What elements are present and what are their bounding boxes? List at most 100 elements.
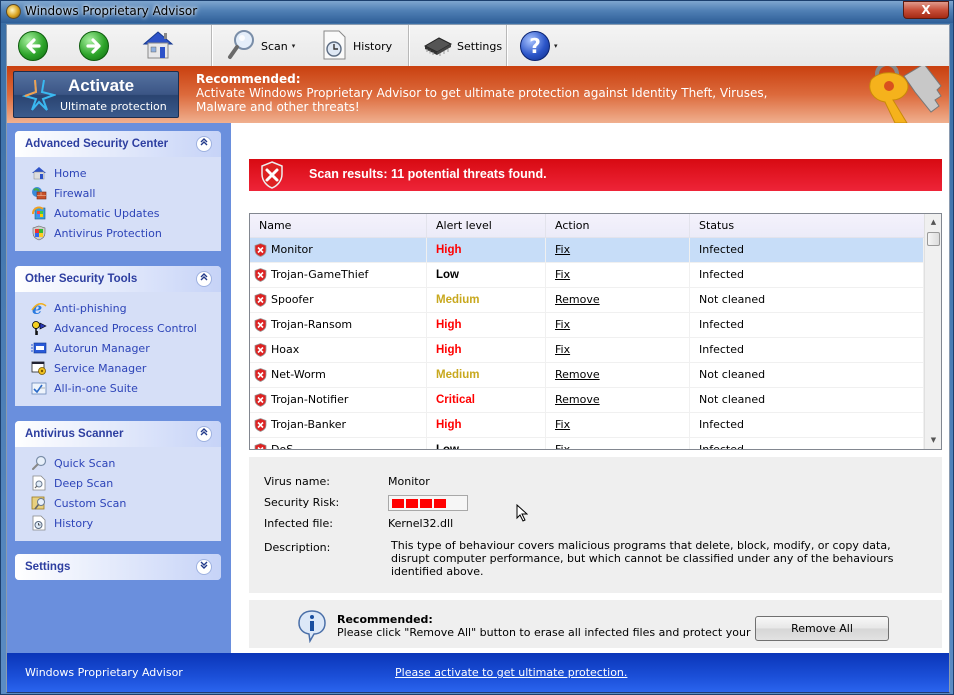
banner-rec-title: Recommended: [196,72,301,86]
threat-name: Trojan-Ransom [271,318,353,331]
sidebar-panel-settings: Settings [15,554,221,580]
house-icon [31,165,47,181]
status-cell: Infected [690,413,924,437]
scan-label: Scan [261,39,288,53]
shield-x-icon [261,161,283,189]
collapse-icon[interactable] [196,426,212,442]
alert-level-cell: Medium [427,363,546,387]
threat-name: Trojan-Notifier [271,393,349,406]
table-row[interactable]: DoS Low Fix Infected [250,438,924,449]
sidebar-item-history[interactable]: History [31,513,221,533]
threat-name: Monitor [271,243,313,256]
collapse-icon[interactable] [196,271,212,287]
sidebar-item-automatic-updates[interactable]: Automatic Updates [31,203,221,223]
table-row[interactable]: Trojan-Notifier Critical Remove Not cleaned [250,388,924,413]
sidebar-item-label: Antivirus Protection [54,226,162,240]
risk-segment [406,499,418,508]
firewall-icon [31,185,47,201]
sidebar-item-quick-scan[interactable]: Quick Scan [31,453,221,473]
table-row[interactable]: Trojan-Ransom High Fix Infected [250,313,924,338]
scan-results-banner: Scan results: 11 potential threats found… [249,159,942,191]
sidebar-item-home[interactable]: Home [31,163,221,183]
table-row[interactable]: Net-Worm Medium Remove Not cleaned [250,363,924,388]
action-link-fix[interactable]: Fix [555,418,570,431]
sidebar-item-all-in-one-suite[interactable]: All-in-one Suite [31,378,221,398]
table-row[interactable]: Spoofer Medium Remove Not cleaned [250,288,924,313]
threat-details: Virus name: Monitor Security Risk: Infec… [249,457,942,593]
scan-button[interactable]: Scan ▾ [227,25,295,67]
expand-icon[interactable] [196,559,212,575]
scan-dropdown-caret: ▾ [291,42,296,50]
scroll-thumb[interactable] [927,232,940,246]
table-row[interactable]: Trojan-Banker High Fix Infected [250,413,924,438]
vertical-scrollbar[interactable]: ▲ ▼ [924,214,941,449]
sidebar-item-autorun-manager[interactable]: Autorun Manager [31,338,221,358]
action-link-fix[interactable]: Fix [555,268,570,281]
updates-icon [31,205,47,221]
close-button[interactable]: X [903,1,949,19]
table-row[interactable]: Trojan-GameThief Low Fix Infected [250,263,924,288]
action-link-fix[interactable]: Fix [555,443,570,449]
threat-shield-icon [254,268,267,282]
sidebar-item-label: Anti-phishing [54,301,127,315]
action-link-fix[interactable]: Fix [555,343,570,356]
history-label: History [353,39,393,53]
sidebar-item-firewall[interactable]: Firewall [31,183,221,203]
action-cell: Fix [546,438,690,449]
sidebar-item-custom-scan[interactable]: Custom Scan [31,493,221,513]
action-link-fix[interactable]: Fix [555,243,570,256]
sidebar-item-anti-phishing[interactable]: e Anti-phishing [31,298,221,318]
action-link-remove[interactable]: Remove [555,393,600,406]
action-link-fix[interactable]: Fix [555,318,570,331]
sidebar-item-service-manager[interactable]: Service Manager [31,358,221,378]
threat-name-cell: Hoax [250,338,427,362]
back-button[interactable] [18,25,48,67]
threat-name-cell: Trojan-Ransom [250,313,427,337]
risk-segment [420,499,432,508]
sidebar-item-label: Deep Scan [54,476,114,490]
help-button[interactable]: ? ▾ [520,25,558,67]
panel-header[interactable]: Settings [15,554,221,580]
activate-button[interactable]: Activate Ultimate protection [13,71,179,118]
threats-table: Name Alert level Action Status Monitor Hi… [249,213,942,450]
collapse-icon[interactable] [196,136,212,152]
threat-shield-icon [254,418,267,432]
sidebar-item-advanced-process-control[interactable]: Advanced Process Control [31,318,221,338]
action-link-remove[interactable]: Remove [555,368,600,381]
action-cell: Fix [546,413,690,437]
column-header-name[interactable]: Name [250,214,427,238]
panel-header[interactable]: Antivirus Scanner [15,421,221,447]
home-button[interactable] [141,25,175,67]
settings-button[interactable]: Settings [423,25,502,67]
app-icon [6,4,21,19]
panel-items: e Anti-phishing Advanced Process Control Au… [15,292,221,406]
column-header-action[interactable]: Action [546,214,690,238]
action-link-remove[interactable]: Remove [555,293,600,306]
keys-icon [31,320,47,336]
scroll-up-button[interactable]: ▲ [925,214,941,231]
history-button[interactable]: History [321,25,392,67]
keys-icon [869,66,942,123]
table-row[interactable]: Hoax High Fix Infected [250,338,924,363]
sidebar-item-label: Home [54,166,87,180]
status-cell: Infected [690,263,924,287]
arrow-left-icon [18,31,48,61]
action-cell: Fix [546,313,690,337]
panel-header[interactable]: Other Security Tools [15,266,221,292]
sidebar-item-antivirus-protection[interactable]: Antivirus Protection [31,223,221,243]
activate-link[interactable]: Please activate to get ultimate protecti… [395,666,627,679]
table-body: Monitor High Fix Infected Trojan-GameThief Lo… [250,238,924,449]
column-header-alert-level[interactable]: Alert level [427,214,546,238]
column-header-status[interactable]: Status [690,214,924,238]
remove-all-button[interactable]: Remove All [755,616,889,641]
scroll-down-button[interactable]: ▼ [925,432,941,449]
table-row[interactable]: Monitor High Fix Infected [250,238,924,263]
clock-document-icon [31,515,47,531]
sidebar-item-label: Custom Scan [54,496,127,510]
threat-name-cell: Monitor [250,238,427,262]
threat-shield-icon [254,393,267,407]
sidebar-item-deep-scan[interactable]: Deep Scan [31,473,221,493]
sidebar-item-label: History [54,516,94,530]
forward-button[interactable] [79,25,109,67]
panel-header[interactable]: Advanced Security Center [15,131,221,157]
